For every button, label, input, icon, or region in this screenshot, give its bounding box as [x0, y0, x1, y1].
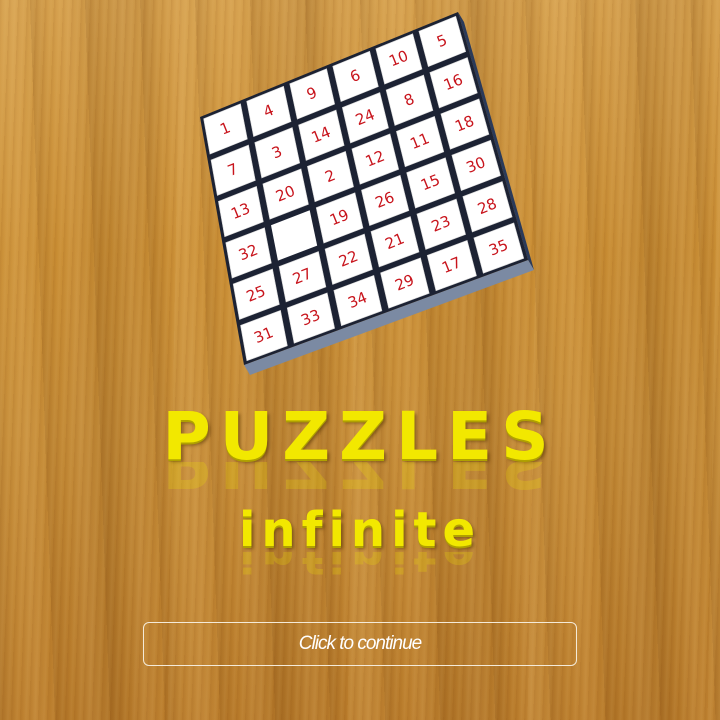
game-subtitle: infinite	[238, 502, 482, 558]
game-title: PUZZLES	[162, 398, 558, 475]
puzzle-board-graphic: 1496105731424816132021211183219261530252…	[200, 12, 534, 375]
continue-button[interactable]: Click to continue	[143, 622, 577, 666]
puzzle-board[interactable]: 1 4 9 6 10 5 7 3 14 24 8 16 13 20 2 12 11 18 32 19 26 15 30 25 2…	[200, 12, 540, 392]
